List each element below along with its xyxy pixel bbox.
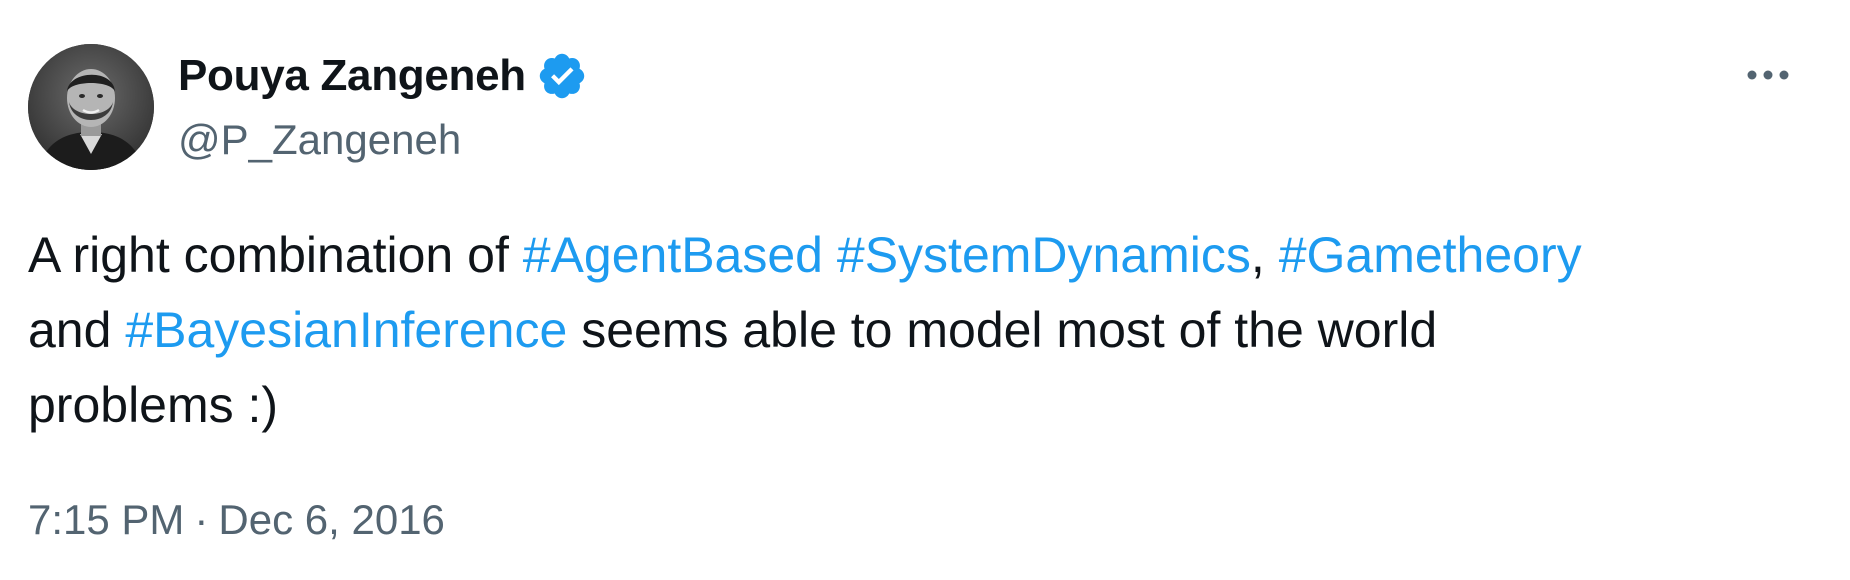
hashtag-gametheory[interactable]: #Gametheory	[1279, 227, 1582, 283]
tweet-text-segment: A right combination of	[28, 227, 523, 283]
verified-badge-icon[interactable]	[536, 50, 588, 102]
tweet-text-segment: problems :)	[28, 377, 279, 433]
author-name-row: Pouya Zangeneh	[178, 46, 588, 106]
more-options-button[interactable]	[1738, 50, 1798, 100]
tweet-text-segment: ,	[1250, 227, 1279, 283]
tweet-date: Dec 6, 2016	[218, 496, 445, 543]
avatar-image	[28, 44, 154, 170]
tweet-text-segment: seems able to model most of the world	[567, 302, 1438, 358]
hashtag-systemdynamics[interactable]: #SystemDynamics	[837, 227, 1251, 283]
tweet-card: Pouya Zangeneh @P_Zangeneh A right combi…	[0, 0, 1850, 580]
tweet-time: 7:15 PM	[28, 496, 185, 543]
author-handle[interactable]: @P_Zangeneh	[178, 112, 461, 168]
hashtag-agentbased[interactable]: #AgentBased	[523, 227, 823, 283]
timestamp-separator: ·	[194, 496, 209, 543]
tweet-text-line-3: problems :)	[28, 368, 1788, 443]
more-horizontal-icon	[1747, 70, 1789, 80]
tweet-text-line-2: and #BayesianInference seems able to mod…	[28, 293, 1788, 368]
tweet-timestamp[interactable]: 7:15 PM · Dec 6, 2016	[28, 492, 445, 548]
author-display-name[interactable]: Pouya Zangeneh	[178, 46, 526, 106]
tweet-text-line-1: A right combination of #AgentBased #Syst…	[28, 218, 1788, 293]
tweet-text-segment: and	[28, 302, 126, 358]
tweet-text-segment	[823, 227, 837, 283]
avatar[interactable]	[28, 44, 154, 170]
tweet-text: A right combination of #AgentBased #Syst…	[28, 218, 1788, 443]
hashtag-bayesianinference[interactable]: #BayesianInference	[125, 302, 567, 358]
